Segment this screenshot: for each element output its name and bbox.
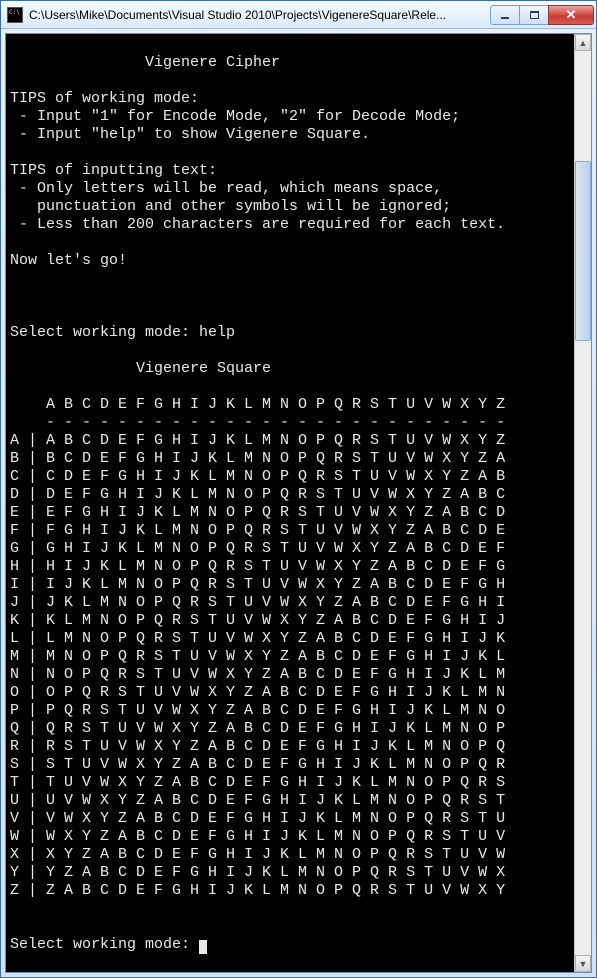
scroll-track[interactable] bbox=[575, 51, 591, 955]
minimize-button[interactable] bbox=[490, 5, 520, 25]
chevron-down-icon: ▼ bbox=[579, 959, 588, 969]
scroll-thumb[interactable] bbox=[575, 161, 591, 341]
titlebar[interactable]: C:\Users\Mike\Documents\Visual Studio 20… bbox=[1, 1, 596, 29]
console-output[interactable]: Vigenere Cipher TIPS of working mode: - … bbox=[6, 34, 574, 972]
close-button[interactable]: ✕ bbox=[548, 5, 594, 25]
client-area: Vigenere Cipher TIPS of working mode: - … bbox=[5, 33, 592, 973]
window-buttons: ✕ bbox=[491, 5, 594, 25]
prompt-text: Select working mode: bbox=[10, 936, 199, 953]
close-icon: ✕ bbox=[566, 8, 577, 21]
window-title: C:\Users\Mike\Documents\Visual Studio 20… bbox=[29, 8, 491, 22]
text-cursor bbox=[199, 940, 207, 954]
vertical-scrollbar[interactable]: ▲ ▼ bbox=[574, 34, 591, 972]
maximize-icon bbox=[530, 11, 539, 19]
app-icon bbox=[7, 7, 23, 23]
scroll-up-button[interactable]: ▲ bbox=[575, 34, 591, 51]
app-window: C:\Users\Mike\Documents\Visual Studio 20… bbox=[0, 0, 597, 978]
minimize-icon bbox=[501, 17, 509, 19]
maximize-button[interactable] bbox=[519, 5, 549, 25]
scroll-down-button[interactable]: ▼ bbox=[575, 955, 591, 972]
chevron-up-icon: ▲ bbox=[579, 38, 588, 48]
